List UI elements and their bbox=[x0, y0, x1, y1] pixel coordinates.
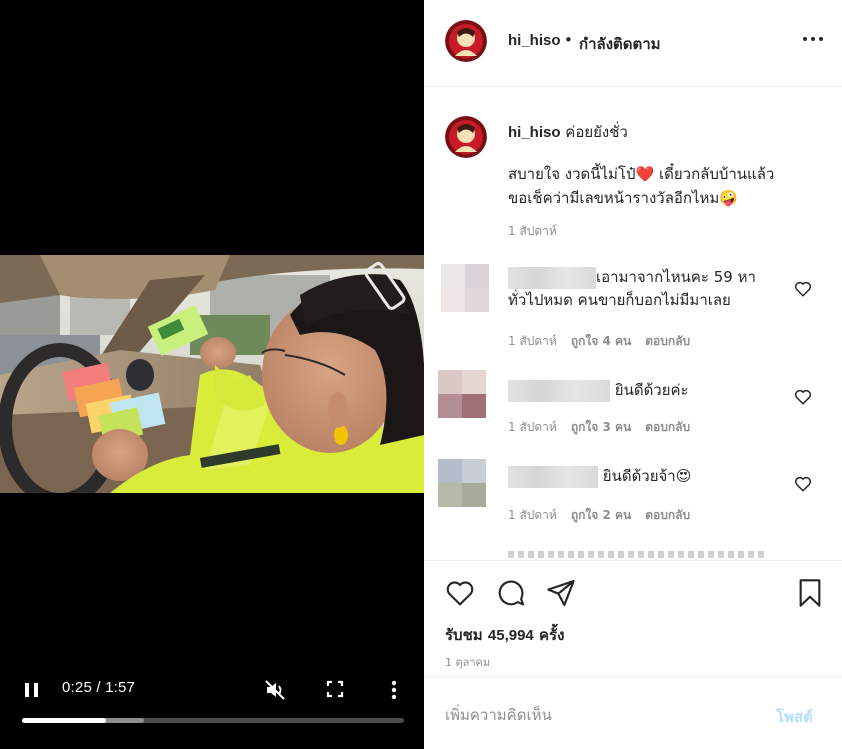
reply-button[interactable]: ตอบกลับ bbox=[645, 420, 690, 434]
comment-like-heart-icon[interactable] bbox=[794, 388, 812, 406]
paper-plane-icon[interactable] bbox=[545, 577, 577, 609]
comment-text: ยินดีด้วยค่ะ bbox=[508, 379, 788, 402]
heart-emoji-icon: ❤️ bbox=[635, 165, 655, 183]
views-label: รับชม bbox=[445, 626, 483, 644]
caption-inline-text: ค่อยยังชั่ว bbox=[565, 124, 628, 141]
more-horizontal-icon[interactable] bbox=[802, 34, 824, 44]
comment-time: 1 สัปดาห์ bbox=[508, 334, 557, 348]
comment-line2: ทั่วไปหมด คนขายก็บอกไม่มีมาเลย bbox=[508, 290, 731, 309]
post-date[interactable]: 1 ตุลาคม bbox=[445, 653, 490, 671]
comment-meta: 1 สัปดาห์ ถูกใจ 2 คน ตอบกลับ bbox=[508, 506, 690, 525]
blurred-avatar-tile bbox=[462, 459, 486, 483]
video-time: 0:25 / 1:57 bbox=[62, 679, 136, 696]
blurred-username[interactable] bbox=[508, 266, 596, 289]
add-comment-bar: โพสต์ bbox=[424, 676, 842, 749]
blurred-avatar-tile bbox=[438, 370, 462, 394]
post-actions: รับชม 45,994 ครั้ง 1 ตุลาคม bbox=[424, 560, 842, 675]
vertical-dots-icon[interactable] bbox=[388, 679, 400, 701]
muted-speaker-icon[interactable] bbox=[264, 679, 286, 701]
avatar[interactable] bbox=[445, 116, 487, 158]
blurred-avatar-tile bbox=[462, 394, 486, 418]
views-unit: ครั้ง bbox=[539, 626, 565, 644]
fullscreen-icon[interactable] bbox=[326, 680, 344, 698]
caption-line1-end: เดี๋ยวกลับบ้านแล้ว bbox=[654, 165, 775, 183]
caption-line1: สบายใจ งวดนี้ไม่โป๋ bbox=[508, 165, 636, 183]
comment-likes[interactable]: ถูกใจ 4 คน bbox=[571, 334, 631, 348]
comment-line1: เอามาจากไหนคะ 59 หา bbox=[596, 268, 756, 286]
header-separator: • bbox=[564, 31, 573, 49]
blurred-avatar-tile bbox=[438, 394, 462, 418]
partially-visible-comment bbox=[508, 551, 768, 558]
video-progress-fill bbox=[22, 718, 107, 723]
blurred-username[interactable] bbox=[508, 379, 610, 402]
comment-like-heart-icon[interactable] bbox=[794, 280, 812, 298]
comment-time: 1 สัปดาห์ bbox=[508, 508, 557, 522]
comment-line1: ยินดีด้วยจ้า bbox=[602, 467, 676, 485]
avatar[interactable] bbox=[445, 20, 487, 62]
following-button[interactable]: กำลังติดตาม bbox=[579, 32, 661, 56]
blurred-avatar-tile bbox=[438, 483, 462, 507]
blurred-username[interactable] bbox=[508, 465, 598, 488]
caption-header: hi_hiso ค่อยยังชั่ว bbox=[508, 120, 628, 144]
blurred-avatar-tile bbox=[462, 483, 486, 507]
caption-username[interactable]: hi_hiso bbox=[508, 124, 561, 141]
comment-input[interactable] bbox=[445, 703, 765, 727]
video-frame[interactable] bbox=[0, 255, 424, 493]
comments-list[interactable]: hi_hiso ค่อยยังชั่ว สบายใจ งวดนี้ไม่โป๋❤… bbox=[424, 88, 842, 558]
comment-avatar[interactable] bbox=[438, 459, 486, 507]
video-controls: 0:25 / 1:57 bbox=[0, 660, 424, 749]
video-still-image bbox=[0, 255, 424, 493]
comment-avatar[interactable] bbox=[441, 264, 489, 312]
comment-line1: ยินดีด้วยค่ะ bbox=[614, 381, 689, 399]
views-number: 45,994 bbox=[487, 627, 534, 644]
comment-meta: 1 สัปดาห์ ถูกใจ 3 คน ตอบกลับ bbox=[508, 418, 690, 437]
post-header: hi_hiso • กำลังติดตาม bbox=[424, 0, 842, 87]
reply-button[interactable]: ตอบกลับ bbox=[645, 334, 690, 348]
comment-avatar[interactable] bbox=[438, 370, 486, 418]
video-player[interactable]: 0:25 / 1:57 bbox=[0, 0, 424, 749]
pause-icon[interactable] bbox=[22, 680, 42, 700]
blurred-avatar-tile bbox=[465, 264, 489, 288]
wink-emoji-icon: 🤪 bbox=[719, 189, 738, 207]
view-count[interactable]: รับชม 45,994 ครั้ง bbox=[445, 623, 564, 647]
comment-bubble-icon[interactable] bbox=[495, 577, 527, 609]
comment-likes[interactable]: ถูกใจ 3 คน bbox=[571, 420, 631, 434]
header-username[interactable]: hi_hiso bbox=[508, 32, 561, 49]
post-comment-button[interactable]: โพสต์ bbox=[776, 705, 813, 729]
blurred-avatar-tile bbox=[438, 459, 462, 483]
blurred-avatar-tile bbox=[441, 288, 465, 312]
heart-eyes-emoji-icon: 😍 bbox=[675, 467, 692, 485]
comment-meta: 1 สัปดาห์ ถูกใจ 4 คน ตอบกลับ bbox=[508, 332, 690, 351]
heart-icon[interactable] bbox=[444, 577, 476, 609]
video-progress-bar[interactable] bbox=[22, 718, 404, 723]
comment-like-heart-icon[interactable] bbox=[794, 475, 812, 493]
caption-line2: ขอเช็คว่ามีเลขหน้ารางวัลอีกไหม bbox=[508, 189, 720, 207]
caption-time: 1 สัปดาห์ bbox=[508, 224, 557, 238]
post-side-panel: hi_hiso • กำลังติดตาม hi_hiso ค่อยยังชั่… bbox=[424, 0, 842, 749]
blurred-avatar-tile bbox=[465, 288, 489, 312]
caption-text: สบายใจ งวดนี้ไม่โป๋❤️ เดี๋ยวกลับบ้านแล้ว… bbox=[508, 162, 828, 210]
reply-button[interactable]: ตอบกลับ bbox=[645, 508, 690, 522]
comment-text: ยินดีด้วยจ้า😍 bbox=[508, 465, 788, 488]
comment-likes[interactable]: ถูกใจ 2 คน bbox=[571, 508, 631, 522]
bookmark-icon[interactable] bbox=[794, 577, 826, 609]
blurred-avatar-tile bbox=[441, 264, 465, 288]
comment-time: 1 สัปดาห์ bbox=[508, 420, 557, 434]
blurred-avatar-tile bbox=[462, 370, 486, 394]
comment-text: เอามาจากไหนคะ 59 หา ทั่วไปหมด คนขายก็บอก… bbox=[508, 266, 788, 311]
